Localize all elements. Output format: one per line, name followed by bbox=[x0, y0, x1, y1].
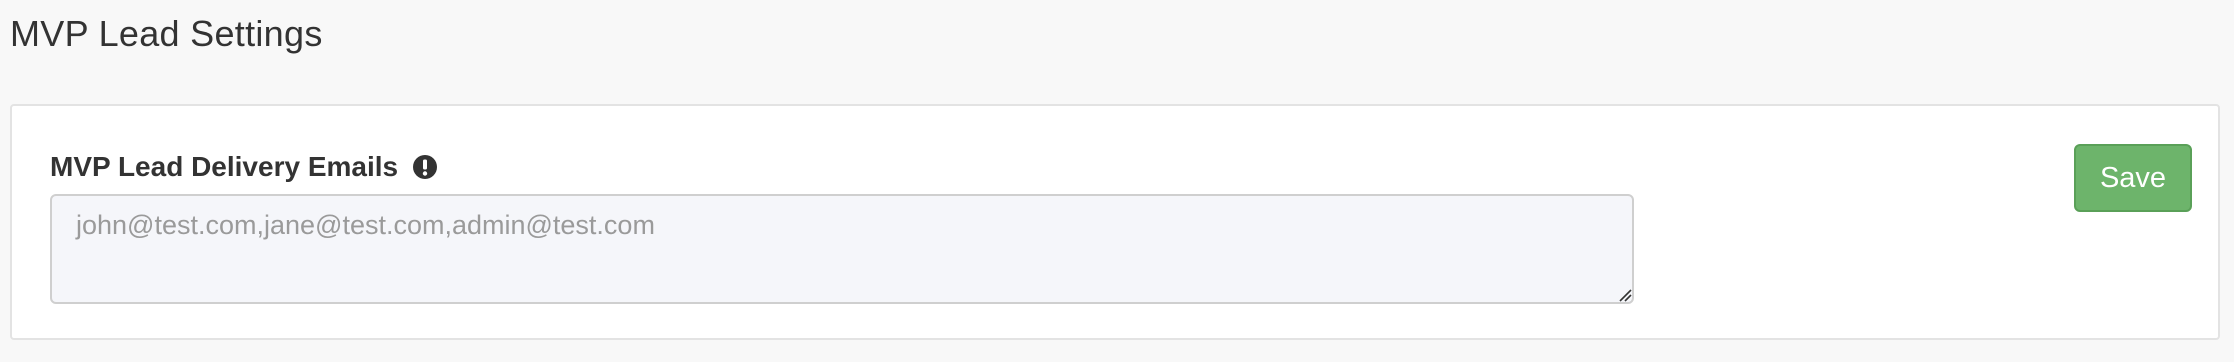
field-label: MVP Lead Delivery Emails bbox=[50, 151, 399, 182]
exclamation-circle-icon[interactable] bbox=[412, 154, 438, 180]
delivery-emails-textarea[interactable] bbox=[50, 194, 1634, 304]
save-button[interactable]: Save bbox=[2074, 144, 2192, 212]
resize-handle-icon[interactable] bbox=[1618, 288, 1632, 302]
settings-card: MVP Lead Delivery Emails Save bbox=[10, 104, 2220, 340]
field-label-row: MVP Lead Delivery Emails bbox=[50, 150, 438, 184]
page-title: MVP Lead Settings bbox=[10, 13, 323, 54]
